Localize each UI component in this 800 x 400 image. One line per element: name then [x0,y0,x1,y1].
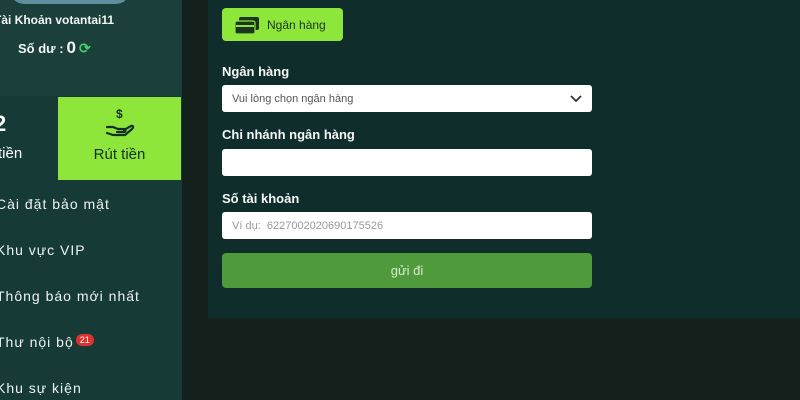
menu-item-vip[interactable]: Khu vực VIP [0,242,86,258]
tab-withdraw[interactable]: $ Rút tiền [58,97,181,180]
bank-field-label: Ngân hàng [222,64,290,79]
account-summary: Tài Khoản votantai11 Số dư :0 ⟳ [0,0,182,96]
menu-item-notifications[interactable]: Thông báo mới nhất [0,288,140,304]
submit-button[interactable]: gửi đi [222,253,592,288]
menu-item-events[interactable]: Khu sự kiện [0,380,82,396]
svg-text:$: $ [116,107,123,121]
tab-withdraw-label: Rút tiền [93,146,146,163]
tab-deposit-label: tiền [0,145,23,162]
tab-bank-method-label: Ngân hàng [267,18,326,32]
bank-card-icon [235,17,259,34]
refresh-icon[interactable]: ⟳ [79,40,91,56]
tab-bank-method[interactable]: Ngân hàng [222,8,343,41]
balance-value: 0 [66,38,76,57]
branch-input[interactable] [222,149,592,176]
inbox-count-badge: 21 [75,334,94,346]
balance-row: Số dư :0 ⟳ [18,38,91,58]
balance-label: Số dư : [18,41,64,56]
chevron-down-icon [570,94,582,102]
menu-item-inbox[interactable]: Thư nội bộ 21 [0,334,94,350]
avatar-decoration [10,0,130,4]
branch-field-label: Chi nhánh ngân hàng [222,127,355,142]
account-number-input[interactable] [222,212,592,239]
tab-deposit[interactable]: 2 tiền [0,97,58,180]
account-name: Tài Khoản votantai11 [0,13,115,27]
bank-select[interactable]: Vui lòng chọn ngân hàng [222,85,592,112]
hand-money-icon: $ [105,107,135,137]
menu-item-security[interactable]: Cài đặt bảo mật [0,196,110,212]
bank-select-value: Vui lòng chọn ngân hàng [232,92,354,105]
person-icon: 2 [0,111,7,136]
menu-item-inbox-label: Thư nội bộ [0,334,74,350]
sidebar: Tài Khoản votantai11 Số dư :0 ⟳ 2 tiền $ … [0,0,182,400]
account-number-label: Số tài khoản [222,191,300,206]
